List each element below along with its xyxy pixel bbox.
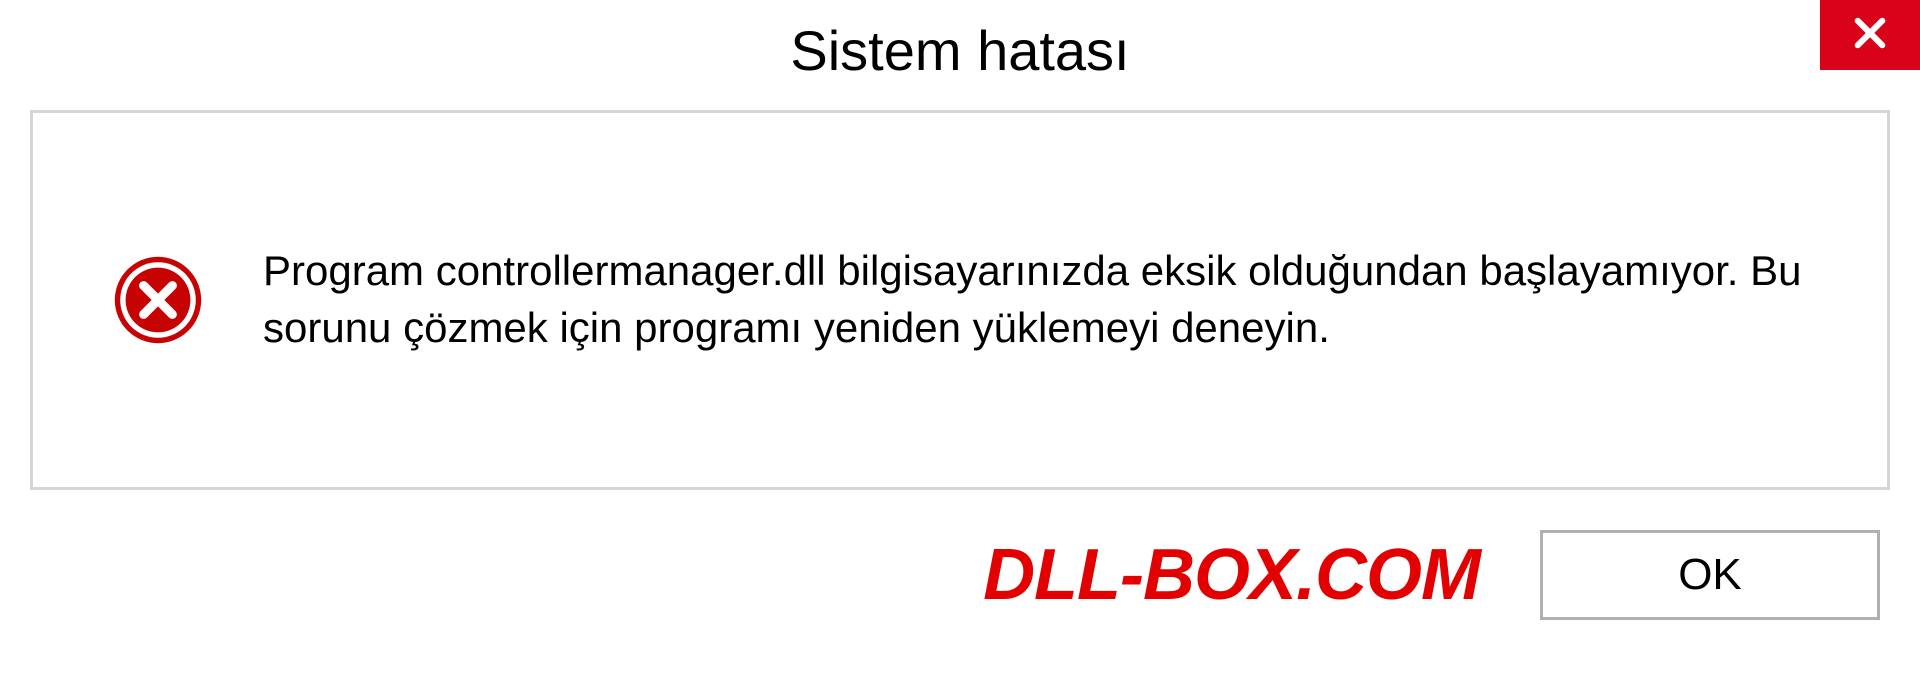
error-icon bbox=[113, 255, 203, 345]
title-bar: Sistem hatası bbox=[0, 0, 1920, 100]
footer: DLL-BOX.COM OK bbox=[0, 510, 1920, 620]
content-panel: Program controllermanager.dll bilgisayar… bbox=[30, 110, 1890, 490]
ok-button[interactable]: OK bbox=[1540, 530, 1880, 620]
dialog-title: Sistem hatası bbox=[790, 18, 1129, 83]
close-icon bbox=[1849, 12, 1891, 59]
close-button[interactable] bbox=[1820, 0, 1920, 70]
error-message: Program controllermanager.dll bilgisayar… bbox=[263, 243, 1807, 356]
watermark-text: DLL-BOX.COM bbox=[983, 534, 1480, 616]
